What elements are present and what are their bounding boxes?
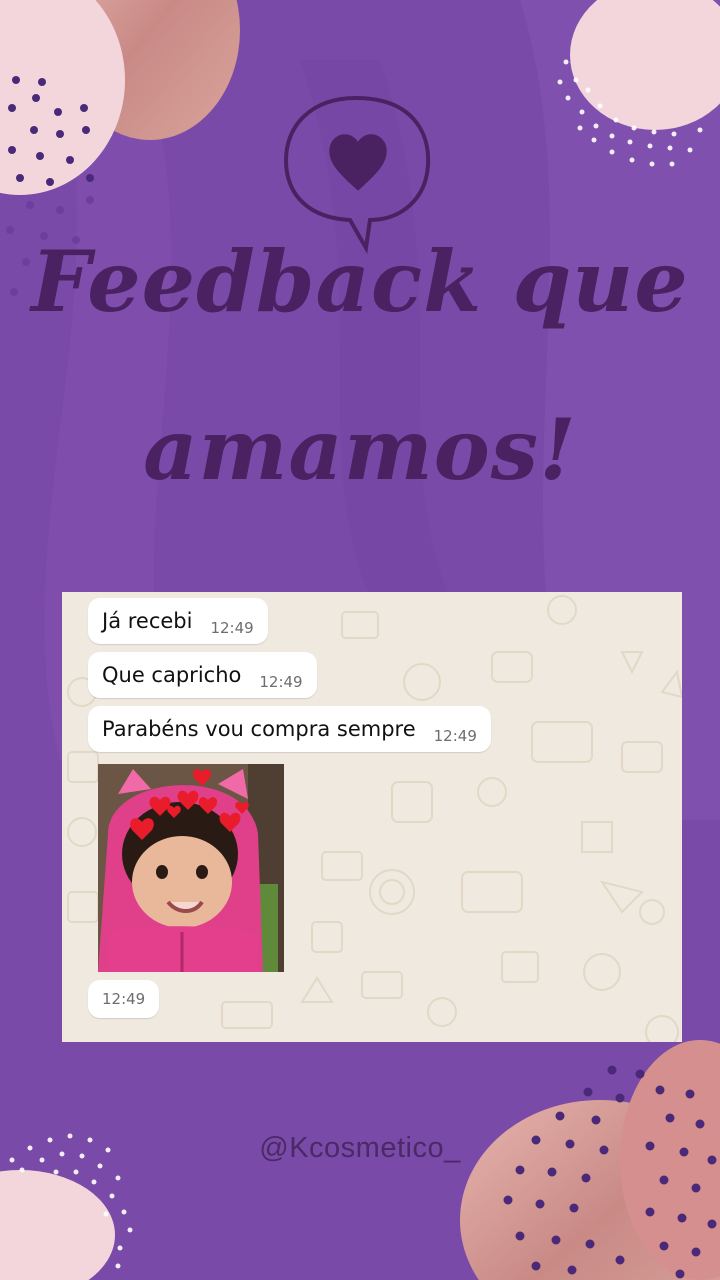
baby-photo-image bbox=[98, 764, 284, 972]
chat-message[interactable]: Já recebi 12:49 bbox=[88, 598, 268, 644]
photo-time: 12:49 bbox=[88, 980, 160, 1018]
message-text: Parabéns vou compra sempre bbox=[102, 717, 416, 741]
instagram-handle[interactable]: @Kcosmetico_ bbox=[0, 1132, 720, 1165]
message-time: 12:49 bbox=[259, 673, 303, 691]
chat-message[interactable]: Que capricho 12:49 bbox=[88, 652, 317, 698]
message-time: 12:49 bbox=[433, 727, 477, 745]
message-text: Que capricho bbox=[102, 663, 242, 687]
chat-photo[interactable] bbox=[98, 764, 284, 972]
chat-screenshot: Já recebi 12:49 Que capricho 12:49 Parab… bbox=[62, 592, 682, 1042]
headline-line-1: Feedback que bbox=[31, 232, 689, 331]
message-time: 12:49 bbox=[210, 619, 254, 637]
headline-line-2: amamos! bbox=[143, 400, 577, 499]
chat-message[interactable]: Parabéns vou compra sempre 12:49 bbox=[88, 706, 491, 752]
message-text: Já recebi bbox=[102, 609, 193, 633]
